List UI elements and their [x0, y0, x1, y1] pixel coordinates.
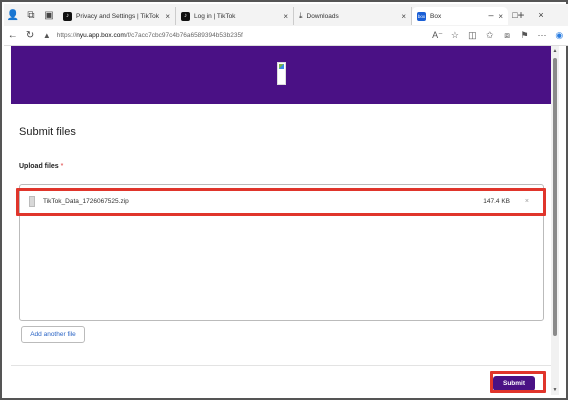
- split-screen-icon[interactable]: ◫: [464, 27, 481, 45]
- navigation-bar: ← ↻ ▲ https:// nyu.app.box.com /f/c7acc7…: [4, 26, 568, 46]
- scroll-up-icon[interactable]: ▲: [552, 48, 558, 54]
- broken-image-icon: [277, 62, 286, 85]
- close-icon[interactable]: ×: [401, 12, 406, 21]
- refresh-icon[interactable]: ↻: [21, 27, 38, 45]
- read-aloud-icon[interactable]: A⁻: [429, 27, 446, 45]
- tab-downloads[interactable]: ⤓ Downloads ×: [294, 7, 412, 25]
- profile-icon[interactable]: 👤: [4, 6, 22, 24]
- submit-highlight-box: [490, 371, 546, 393]
- tab-title: Privacy and Settings | TikTok: [76, 12, 159, 20]
- add-another-file-button[interactable]: Add another file: [21, 326, 85, 343]
- required-marker: *: [60, 163, 64, 170]
- box-upload-page: Submit files Upload files * TikTok_Data_…: [11, 46, 551, 395]
- header-banner: [11, 46, 551, 104]
- box-icon: box: [417, 11, 426, 21]
- page-title: Submit files: [19, 126, 76, 138]
- favorites-icon[interactable]: ✩: [481, 27, 498, 45]
- window-close-icon[interactable]: ×: [530, 4, 552, 26]
- browser-window: 👤 ⧉ ▣ ♪ Privacy and Settings | TikTok × …: [0, 0, 568, 400]
- upload-files-label: Upload files *: [19, 163, 63, 170]
- extensions-icon[interactable]: ⚑: [516, 27, 533, 45]
- minimize-icon[interactable]: –: [480, 4, 502, 26]
- lock-icon[interactable]: ▲: [43, 31, 51, 40]
- page-scrollbar[interactable]: ▲ ▼: [551, 46, 559, 395]
- collections-icon[interactable]: ⧈: [498, 27, 515, 45]
- tab-strip: 👤 ⧉ ▣ ♪ Privacy and Settings | TikTok × …: [4, 4, 568, 26]
- upload-label-text: Upload files: [19, 163, 59, 170]
- copilot-icon[interactable]: ◉: [551, 27, 568, 45]
- close-icon[interactable]: ×: [165, 12, 170, 21]
- url-host: nyu.app.box.com: [76, 32, 126, 39]
- tiktok-icon: ♪: [181, 11, 190, 21]
- back-icon[interactable]: ←: [4, 27, 21, 45]
- more-options-icon[interactable]: ⋯: [533, 27, 550, 45]
- scrollbar-thumb[interactable]: [553, 58, 557, 336]
- download-icon: ⤓: [299, 11, 303, 20]
- workspaces-icon[interactable]: ⧉: [22, 6, 40, 24]
- url-path: /f/c7acc7cbc97c4b76a6589394b53b235f: [125, 32, 243, 39]
- tab-title: Log in | TikTok: [194, 12, 236, 20]
- tab-title: Box: [430, 12, 442, 20]
- scroll-down-icon[interactable]: ▼: [552, 387, 558, 393]
- tab-tiktok-privacy[interactable]: ♪ Privacy and Settings | TikTok ×: [58, 7, 176, 25]
- maximize-icon[interactable]: □: [504, 4, 526, 26]
- url-prefix: https://: [56, 32, 77, 39]
- tab-actions-icon[interactable]: ▣: [40, 6, 58, 24]
- footer-divider: [11, 365, 551, 366]
- tiktok-icon: ♪: [63, 11, 72, 21]
- file-highlight-box: [16, 188, 546, 216]
- favorite-star-icon[interactable]: ☆: [446, 27, 463, 45]
- address-bar[interactable]: ▲ https:// nyu.app.box.com /f/c7acc7cbc9…: [39, 29, 429, 43]
- tab-tiktok-login[interactable]: ♪ Log in | TikTok ×: [176, 7, 294, 25]
- tab-title: Downloads: [306, 12, 339, 20]
- close-icon[interactable]: ×: [283, 12, 288, 21]
